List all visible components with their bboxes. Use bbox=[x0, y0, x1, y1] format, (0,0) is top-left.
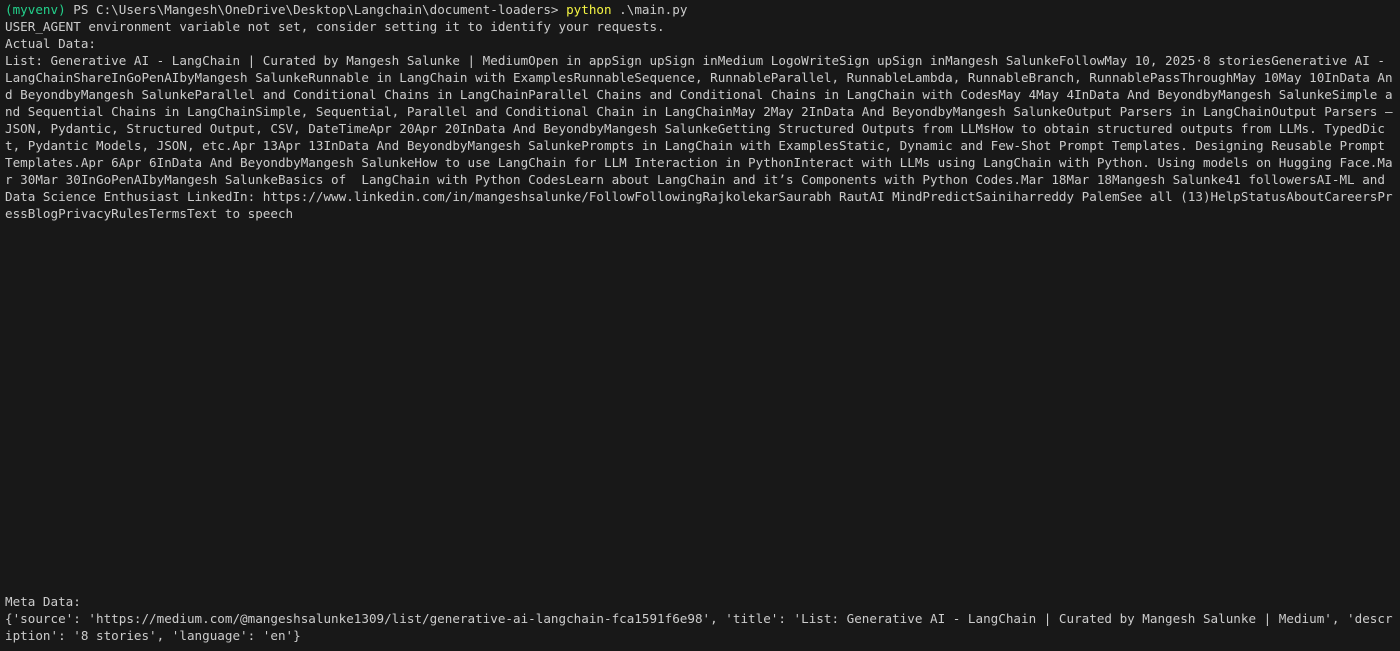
actual-data-text: List: Generative AI - LangChain | Curate… bbox=[5, 53, 1400, 221]
command-args: .\main.py bbox=[611, 2, 688, 17]
meta-data-text: {'source': 'https://medium.com/@mangeshs… bbox=[5, 611, 1393, 643]
terminal-window[interactable]: (myvenv) PS C:\Users\Mangesh\OneDrive\De… bbox=[0, 0, 1400, 651]
prompt-line: (myvenv) PS C:\Users\Mangesh\OneDrive\De… bbox=[5, 1, 1395, 18]
meta-data-section: Meta Data: {'source': 'https://medium.co… bbox=[5, 593, 1395, 644]
actual-data-label: Actual Data: bbox=[5, 36, 96, 51]
command-name: python bbox=[566, 2, 612, 17]
warning-line: USER_AGENT environment variable not set,… bbox=[5, 19, 665, 34]
venv-indicator: (myvenv) bbox=[5, 2, 66, 17]
prompt-path: PS C:\Users\Mangesh\OneDrive\Desktop\Lan… bbox=[65, 2, 567, 17]
meta-data-label: Meta Data: bbox=[5, 594, 81, 609]
